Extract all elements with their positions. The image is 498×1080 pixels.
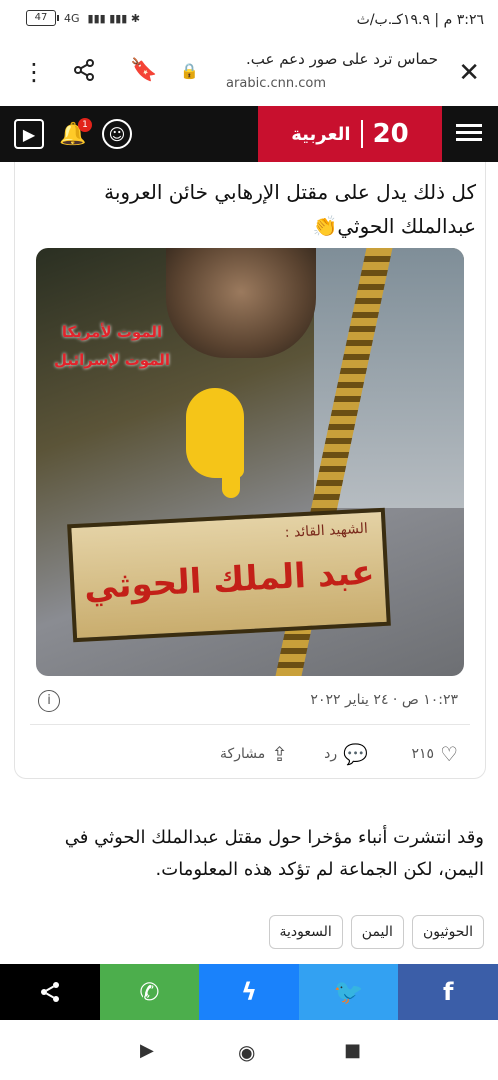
android-nav-bar: ▶ ◉ ■ — [0, 1020, 498, 1080]
tag-item[interactable]: اليمن — [350, 915, 404, 949]
status-left: 47 4G ▮▮▮ ▮▮▮ ✱ — [26, 10, 140, 26]
image-plaque-subtitle: الشهيد القائد : — [284, 520, 369, 542]
image-plaque: الشهيد القائد : عبد الملك الحوثي — [67, 507, 391, 643]
tweet-date: ١٠:٢٣ ص · ٢٤ يناير ٢٠٢٢ — [310, 692, 458, 708]
signal-icon: ▮▮▮ ▮▮▮ ✱ — [87, 11, 141, 25]
video-play-icon[interactable]: ▶ — [14, 119, 44, 149]
image-portrait — [166, 248, 316, 358]
status-bar: 47 4G ▮▮▮ ▮▮▮ ✱ ٣:٢٦ م | ١٩.٩كـ.ب/ث — [0, 0, 498, 40]
share-tweet-button[interactable]: ⇪ مشاركة — [220, 742, 288, 766]
reply-button[interactable]: 💬 رد — [324, 742, 368, 766]
reply-label: رد — [324, 746, 338, 762]
messenger-button[interactable]: ϟ — [199, 964, 299, 1020]
page-title: حماس ترد على صور دعم عب. — [245, 50, 438, 68]
whatsapp-icon: ✆ — [139, 978, 160, 1006]
image-plaque-name: عبد الملك الحوثي — [83, 552, 376, 608]
network-label: 4G — [64, 11, 80, 25]
back-triangle-icon[interactable]: ▶ — [140, 1040, 154, 1061]
share-label: مشاركة — [220, 746, 266, 762]
whatsapp-button[interactable]: ✆ — [99, 964, 200, 1020]
user-icon[interactable]: ☺ — [102, 119, 132, 149]
share-icon — [40, 982, 59, 1002]
like-count: ٢١٥ — [411, 746, 435, 762]
overflow-menu-icon[interactable]: ⋮ — [22, 58, 46, 86]
tag-list: السعودية اليمن الحوثيون — [268, 915, 484, 949]
twitter-icon: 🐦 — [333, 978, 364, 1006]
notification-badge: 1 — [78, 118, 92, 132]
tweet-text: كل ذلك يدل على مقتل الإرهابي خائن العروب… — [104, 180, 476, 238]
upload-icon: ⇪ — [271, 742, 288, 766]
facebook-button[interactable]: f — [398, 964, 498, 1020]
image-slogan: الموت لأمريكا الموت لإسرائيل — [42, 318, 182, 398]
browser-url-bar: ✕ حماس ترد على صور دعم عب. arabic.cnn.co… — [0, 40, 498, 107]
image-slogan-line-2: الموت لإسرائيل — [53, 351, 171, 369]
like-button[interactable]: ♡ ٢١٥ — [412, 742, 459, 766]
article-paragraph: وقد انتشرت أنباء مؤخرا حول مقتل عبدالملك… — [64, 827, 484, 880]
tweet-divider — [30, 724, 470, 725]
logo-number: 20 — [372, 119, 409, 149]
logo-brand: العربية — [291, 123, 351, 145]
reply-icon: 💬 — [343, 742, 368, 766]
page-domain: arabic.cnn.com — [226, 76, 326, 91]
home-circle-icon[interactable]: ◉ — [238, 1040, 255, 1064]
battery-icon: 47 — [26, 10, 59, 26]
pointing-finger-tip — [222, 438, 240, 498]
lock-icon: 🔒 — [180, 62, 199, 80]
tag-item[interactable]: السعودية — [268, 915, 343, 949]
site-logo[interactable]: العربية 20 — [258, 106, 442, 162]
share-icon[interactable] — [72, 58, 96, 88]
bookmark-icon[interactable]: 🔖 — [130, 58, 157, 83]
messenger-icon: ϟ — [241, 978, 257, 1006]
heart-icon: ♡ — [440, 742, 458, 766]
recents-square-icon[interactable]: ■ — [344, 1040, 361, 1061]
twitter-button[interactable]: 🐦 — [298, 964, 399, 1020]
facebook-icon: f — [442, 978, 454, 1006]
site-header: العربية 20 ▶ 🔔 1 ☺ — [0, 106, 498, 162]
logo-separator — [360, 120, 363, 148]
close-icon[interactable]: ✕ — [458, 58, 480, 88]
share-bar: ✆ ϟ 🐦 f — [0, 964, 498, 1020]
hamburger-menu-icon[interactable] — [456, 120, 482, 146]
tag-item[interactable]: الحوثيون — [411, 915, 484, 949]
tweet-image[interactable]: الموت لأمريكا الموت لإسرائيل الشهيد القا… — [36, 248, 464, 676]
image-slogan-line-1: الموت لأمريكا — [61, 323, 163, 341]
info-icon[interactable]: i — [38, 690, 60, 712]
share-button[interactable] — [0, 964, 100, 1020]
status-time: ٣:٢٦ م | ١٩.٩كـ.ب/ث — [356, 12, 484, 28]
